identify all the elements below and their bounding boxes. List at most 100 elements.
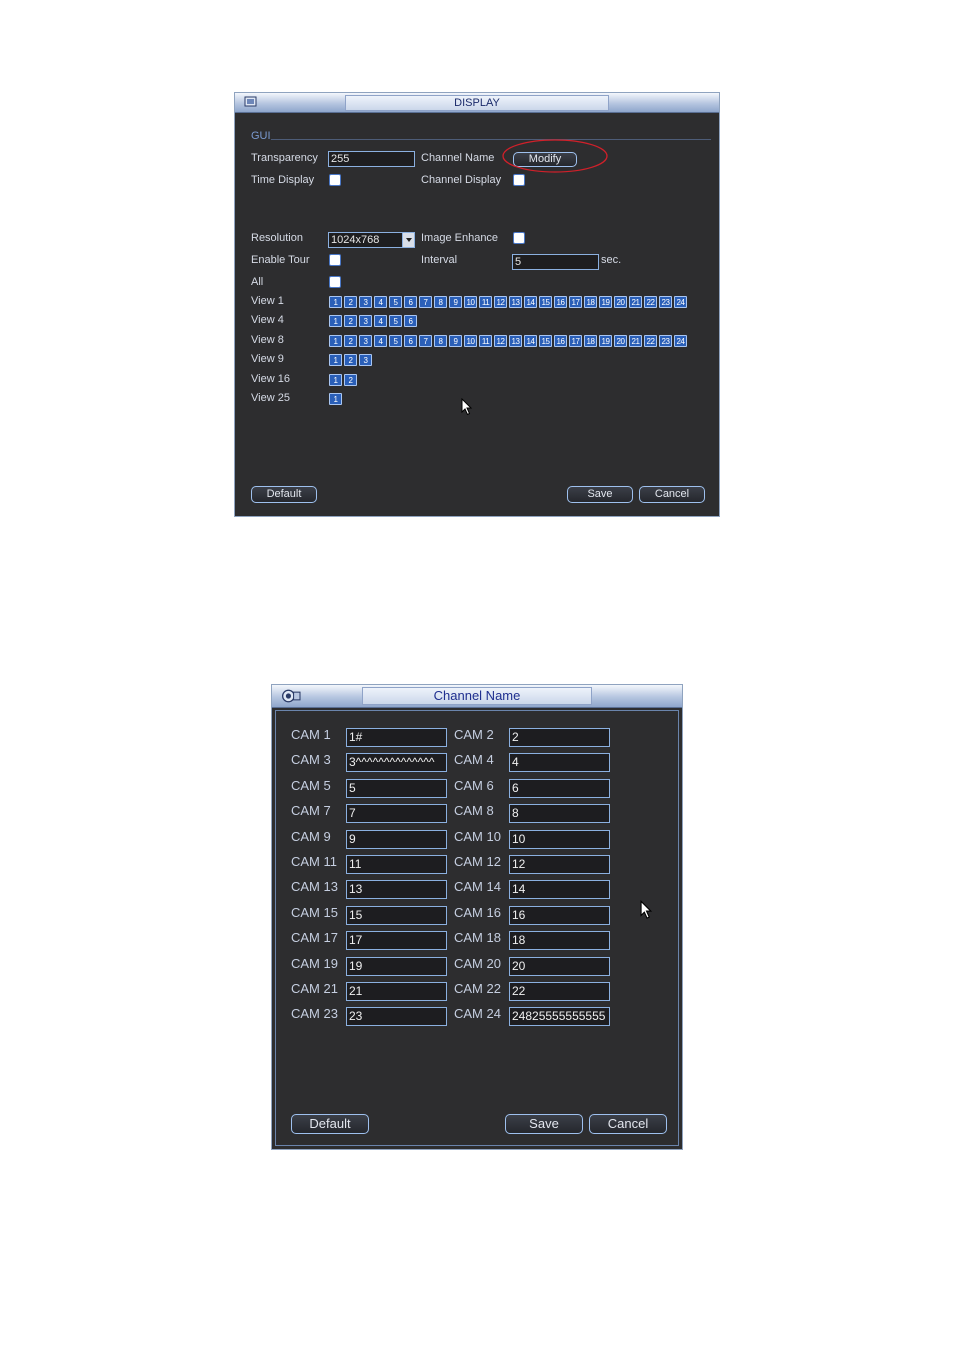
channel-save-button[interactable]: Save [505, 1114, 583, 1134]
cam-name-input[interactable]: 7 [346, 804, 447, 824]
view-channel-toggle[interactable]: 4 [374, 315, 387, 327]
view-channel-toggle[interactable]: 2 [344, 335, 357, 347]
cam-name-input[interactable]: 3^^^^^^^^^^^^^^ [346, 753, 447, 773]
view-channel-toggle[interactable]: 22 [644, 335, 657, 347]
view-channel-toggle[interactable]: 12 [494, 296, 507, 308]
view-channel-toggle[interactable]: 8 [434, 296, 447, 308]
cancel-button[interactable]: Cancel [639, 486, 705, 503]
time-display-checkbox[interactable] [329, 174, 341, 186]
cam-name-input[interactable]: 4 [509, 753, 610, 773]
gui-section-label: GUI [251, 130, 271, 142]
view-channel-toggle[interactable]: 11 [479, 335, 492, 347]
resolution-select[interactable]: 1024x768 [328, 232, 415, 248]
view-channel-toggle[interactable]: 21 [629, 296, 642, 308]
view-channel-toggle[interactable]: 22 [644, 296, 657, 308]
view-channel-toggle[interactable]: 3 [359, 296, 372, 308]
cam-name-input[interactable]: 20 [509, 956, 610, 976]
view-channel-toggle[interactable]: 6 [404, 296, 417, 308]
view-channel-toggle[interactable]: 12 [494, 335, 507, 347]
channel-default-button[interactable]: Default [291, 1114, 369, 1134]
view-channel-toggle[interactable]: 1 [329, 335, 342, 347]
chevron-down-icon[interactable] [402, 233, 414, 247]
cam-name-input[interactable]: 6 [509, 778, 610, 798]
cam-name-input[interactable]: 17 [346, 931, 447, 951]
view-channel-toggle[interactable]: 18 [584, 335, 597, 347]
cam-name-input[interactable]: 5 [346, 778, 447, 798]
view-channel-toggle[interactable]: 2 [344, 374, 357, 386]
view-channel-toggle[interactable]: 21 [629, 335, 642, 347]
view-channel-toggle[interactable]: 3 [359, 335, 372, 347]
view-channel-toggle[interactable]: 16 [554, 335, 567, 347]
channel-cancel-button[interactable]: Cancel [589, 1114, 667, 1134]
view-channel-toggle[interactable]: 24 [674, 296, 687, 308]
cam-name-input[interactable]: 14 [509, 880, 610, 900]
cam-name-input[interactable]: 10 [509, 829, 610, 849]
default-button[interactable]: Default [251, 486, 317, 503]
view-channel-toggle[interactable]: 2 [344, 354, 357, 366]
cam-name-input[interactable]: 21 [346, 982, 447, 1001]
view-channel-toggle[interactable]: 17 [569, 296, 582, 308]
save-button[interactable]: Save [567, 486, 633, 503]
view-channel-toggle[interactable]: 1 [329, 354, 342, 366]
view-channel-toggle[interactable]: 5 [389, 315, 402, 327]
view-channel-toggle[interactable]: 20 [614, 335, 627, 347]
channel-display-checkbox[interactable] [513, 174, 525, 186]
view-channel-toggle[interactable]: 9 [449, 335, 462, 347]
view-channel-toggle[interactable]: 13 [509, 335, 522, 347]
view-channel-toggle[interactable]: 2 [344, 296, 357, 308]
view-channel-toggle[interactable]: 23 [659, 296, 672, 308]
view-channel-toggle[interactable]: 2 [344, 315, 357, 327]
view-channel-toggle[interactable]: 14 [524, 296, 537, 308]
view-channel-toggle[interactable]: 3 [359, 315, 372, 327]
view-channel-toggle[interactable]: 1 [329, 296, 342, 308]
view-channel-toggle[interactable]: 1 [329, 393, 342, 405]
view-channel-toggle[interactable]: 10 [464, 335, 477, 347]
view-channel-toggle[interactable]: 24 [674, 335, 687, 347]
view-channel-toggle[interactable]: 16 [554, 296, 567, 308]
all-checkbox[interactable] [329, 276, 341, 288]
cam-name-input[interactable]: 19 [346, 956, 447, 976]
view-channel-toggle[interactable]: 6 [404, 315, 417, 327]
image-enhance-checkbox[interactable] [513, 232, 525, 244]
view-channel-toggle[interactable]: 19 [599, 296, 612, 308]
view-channel-toggle[interactable]: 4 [374, 296, 387, 308]
view-channel-toggle[interactable]: 23 [659, 335, 672, 347]
interval-input[interactable]: 5 [512, 254, 599, 270]
cam-name-input[interactable]: 2 [509, 728, 610, 747]
cam-name-input[interactable]: 12 [509, 855, 610, 874]
cam-name-input[interactable]: 8 [509, 804, 610, 824]
cam-name-input[interactable]: 22 [509, 982, 610, 1001]
view-channel-toggle[interactable]: 5 [389, 335, 402, 347]
view-channel-toggle[interactable]: 5 [389, 296, 402, 308]
cam-name-input[interactable]: 24825555555555 [509, 1007, 610, 1027]
enable-tour-checkbox[interactable] [329, 254, 341, 266]
cam-name-input[interactable]: 9 [346, 829, 447, 849]
cam-name-input[interactable]: 18 [509, 931, 610, 951]
view-channel-toggle[interactable]: 11 [479, 296, 492, 308]
cam-name-input[interactable]: 16 [509, 905, 610, 925]
view-channel-toggle[interactable]: 13 [509, 296, 522, 308]
view-channel-toggle[interactable]: 15 [539, 296, 552, 308]
view-channel-toggle[interactable]: 18 [584, 296, 597, 308]
view-channel-toggle[interactable]: 17 [569, 335, 582, 347]
cam-name-input[interactable]: 1# [346, 728, 447, 747]
view-channel-toggle[interactable]: 10 [464, 296, 477, 308]
view-channel-toggle[interactable]: 19 [599, 335, 612, 347]
view-channel-toggle[interactable]: 7 [419, 335, 432, 347]
view-channel-toggle[interactable]: 20 [614, 296, 627, 308]
view-channel-toggle[interactable]: 4 [374, 335, 387, 347]
view-channel-toggle[interactable]: 14 [524, 335, 537, 347]
view-channel-toggle[interactable]: 8 [434, 335, 447, 347]
cam-name-input[interactable]: 11 [346, 855, 447, 874]
view-channel-toggle[interactable]: 15 [539, 335, 552, 347]
view-channel-toggle[interactable]: 1 [329, 374, 342, 386]
cam-name-input[interactable]: 15 [346, 905, 447, 925]
transparency-input[interactable]: 255 [328, 151, 415, 167]
view-channel-toggle[interactable]: 3 [359, 354, 372, 366]
view-channel-toggle[interactable]: 1 [329, 315, 342, 327]
view-channel-toggle[interactable]: 6 [404, 335, 417, 347]
cam-name-input[interactable]: 13 [346, 880, 447, 900]
view-channel-toggle[interactable]: 7 [419, 296, 432, 308]
view-channel-toggle[interactable]: 9 [449, 296, 462, 308]
cam-name-input[interactable]: 23 [346, 1007, 447, 1027]
